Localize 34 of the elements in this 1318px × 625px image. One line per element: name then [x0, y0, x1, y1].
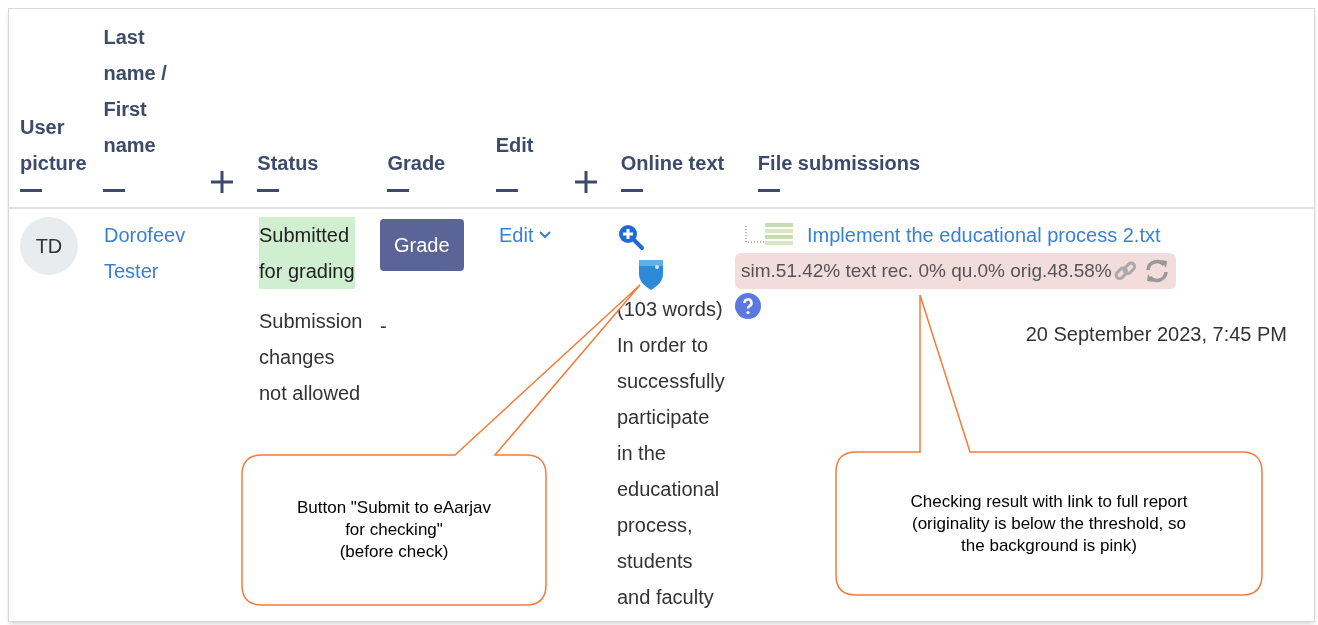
grade-button[interactable]: Grade: [380, 219, 464, 271]
column-header[interactable]: Grade: [387, 145, 446, 181]
edit-menu-link[interactable]: Edit: [499, 217, 552, 253]
column-header[interactable]: User picture: [20, 109, 96, 181]
zoom-in-icon[interactable]: [617, 223, 645, 251]
shield-icon[interactable]: [637, 257, 665, 291]
collapse-icon[interactable]: [387, 189, 410, 193]
avatar: TD: [20, 217, 78, 275]
collapse-icon[interactable]: [257, 189, 280, 193]
column-header[interactable]: Last name / First name: [103, 19, 180, 163]
chevron-down-icon: [539, 231, 552, 239]
column-header[interactable]: Edit: [495, 127, 534, 163]
help-icon[interactable]: [735, 293, 761, 319]
callout-text: Button "Submit to eAarjav for checking" (before check): [296, 497, 492, 563]
column-header[interactable]: File submissions: [757, 145, 921, 181]
expand-icon[interactable]: [211, 171, 234, 193]
grade-value: -: [380, 314, 387, 339]
collapse-icon[interactable]: [495, 189, 518, 193]
collapse-icon[interactable]: [620, 189, 643, 193]
collapse-icon[interactable]: [20, 189, 42, 193]
submission-date: 20 September 2023, 7:45 PM: [1025, 322, 1287, 347]
status-label: Submitted for grading: [259, 217, 355, 289]
check-result-text: sim.51.42% text rec. 0% qu.0% orig.48.58%: [741, 258, 1112, 283]
online-text-paragraph: In order to successfully participate in the educational process, students and faculty: [617, 333, 725, 610]
collapse-icon[interactable]: [757, 189, 780, 193]
column-header[interactable]: Online text: [620, 145, 725, 181]
column-header[interactable]: Status: [257, 145, 319, 181]
status-text: Submission changes not allowed: [259, 309, 363, 406]
tree-connector: [745, 226, 765, 244]
callout-text: Checking result with link to full report (originality is below the threshold, so the background is pink): [910, 490, 1188, 557]
file-link[interactable]: Implement the educational process 2.txt: [807, 217, 1161, 253]
collapse-icon[interactable]: [103, 189, 126, 193]
student-name-link[interactable]: Dorofeev Tester: [104, 217, 186, 289]
expand-icon[interactable]: [574, 171, 597, 193]
